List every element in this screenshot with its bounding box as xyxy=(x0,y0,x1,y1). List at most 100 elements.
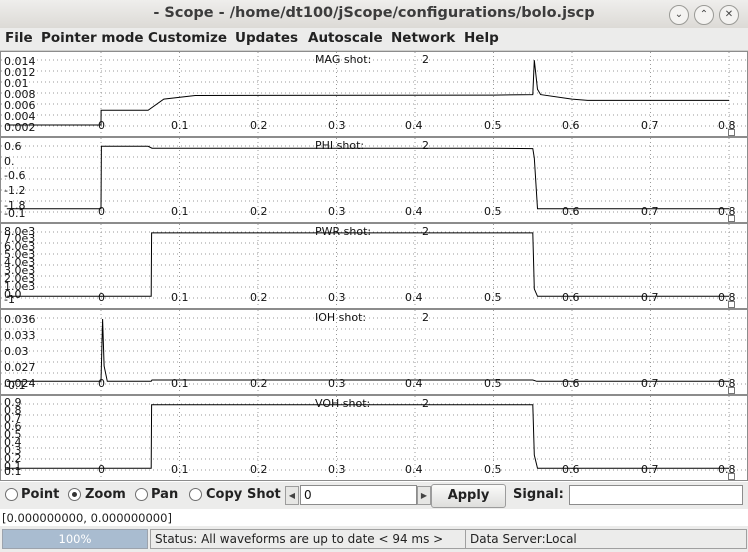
x-tick-label: 0.7 xyxy=(641,377,659,390)
menu-autoscale[interactable]: Autoscale xyxy=(308,30,383,46)
shot-increment-icon[interactable]: ▶ xyxy=(417,486,431,505)
waveform-trace xyxy=(6,318,729,382)
apply-button[interactable]: Apply xyxy=(431,484,506,508)
waveform-panel[interactable]: 0.6 0. -0.6 -1.2 -1.8 -0.1 0 0.1 0.2 0.3 0.4 0.5 0.6… xyxy=(0,137,748,223)
waveform-plot[interactable] xyxy=(1,138,747,222)
radio-pan[interactable] xyxy=(135,488,148,501)
radio-point-label[interactable]: Point xyxy=(21,487,59,502)
x-tick-label: 0.3 xyxy=(328,205,346,218)
resize-handle-icon[interactable] xyxy=(728,301,735,308)
x-tick-label: 0.7 xyxy=(641,119,659,132)
close-icon[interactable]: ✕ xyxy=(719,5,739,25)
x-tick-label: -1 xyxy=(4,293,15,306)
menu-file[interactable]: File xyxy=(5,30,33,46)
x-tick-label: -0.1 xyxy=(4,379,26,392)
waveform-plot[interactable] xyxy=(1,310,747,394)
resize-handle-icon[interactable] xyxy=(728,387,735,394)
waveform-plot[interactable] xyxy=(1,224,747,308)
x-tick-label: 0.2 xyxy=(250,291,268,304)
waveform-trace xyxy=(6,145,729,210)
plot-shot-number: 2 xyxy=(422,53,429,66)
pointer-toolbar: Point Zoom Pan Copy Shot ◀ 0 ▶ Apply Sig… xyxy=(0,482,748,509)
status-message: Status: All waveforms are up to date < 9… xyxy=(150,529,466,549)
x-tick-label: 0.2 xyxy=(250,119,268,132)
x-tick-label: 0.4 xyxy=(405,119,423,132)
x-tick-label: 0.6 xyxy=(562,119,580,132)
plot-title: IOH shot: xyxy=(315,311,367,324)
shot-input[interactable]: 0 xyxy=(300,485,417,505)
x-tick-label: 0.6 xyxy=(562,205,580,218)
x-tick-label: 0.4 xyxy=(405,291,423,304)
x-tick-label: 0.2 xyxy=(250,463,268,476)
x-tick-label: 0.5 xyxy=(484,463,502,476)
waveform-panel[interactable]: 0.036 0.033 0.03 0.027 0.024 -0.1 0 0.1 0.2 0.3 0.… xyxy=(0,309,748,395)
x-tick-label: 0.1 xyxy=(171,463,189,476)
x-tick-label: 0.4 xyxy=(405,463,423,476)
y-tick-label: 0.6 xyxy=(4,140,22,153)
x-tick-label: 0.5 xyxy=(484,119,502,132)
x-tick-label: 0 xyxy=(98,119,105,132)
waveform-panel[interactable]: 8.0e3 7.0e3 6.0e3 5.0e3 4.0e3 3.0e3 2.0e3 1.0e3… xyxy=(0,223,748,309)
shot-decrement-icon[interactable]: ◀ xyxy=(285,486,299,505)
radio-point[interactable] xyxy=(5,488,18,501)
x-tick-label: 0.6 xyxy=(562,377,580,390)
resize-handle-icon[interactable] xyxy=(728,129,735,136)
signal-input[interactable] xyxy=(569,485,743,505)
menu-customize[interactable]: Customize xyxy=(148,30,227,46)
waveform-panel[interactable]: 0.014 0.012 0.01 0.008 0.006 0.004 0.002 0 0.1 0.… xyxy=(0,51,748,137)
y-tick-label: -1.2 xyxy=(4,184,26,197)
x-tick-label: 0.5 xyxy=(484,205,502,218)
x-tick-label: 0 xyxy=(98,291,105,304)
progress-text: 100% xyxy=(58,532,92,546)
minimize-icon[interactable]: ⌄ xyxy=(669,5,689,25)
resize-handle-icon[interactable] xyxy=(728,215,735,222)
waveform-plot[interactable] xyxy=(1,52,747,136)
resize-handle-icon[interactable] xyxy=(728,473,735,480)
radio-copy[interactable] xyxy=(189,488,202,501)
maximize-icon[interactable]: ⌃ xyxy=(694,5,714,25)
x-tick-label: 0.3 xyxy=(328,119,346,132)
plot-title: PWR shot: xyxy=(315,225,372,238)
x-tick-label: 0.6 xyxy=(562,463,580,476)
x-tick-label: 0 xyxy=(98,463,105,476)
x-tick-label: 0.5 xyxy=(484,291,502,304)
x-tick-label: -0.1 xyxy=(4,207,26,220)
x-tick-label: 0.6 xyxy=(562,291,580,304)
plot-shot-number: 2 xyxy=(422,225,429,238)
radio-zoom-label[interactable]: Zoom xyxy=(85,487,126,502)
plot-title: VOH shot: xyxy=(315,397,371,410)
x-tick-label: 0.3 xyxy=(328,463,346,476)
radio-copy-label[interactable]: Copy xyxy=(206,487,242,502)
data-server-status: Data Server:Local xyxy=(465,529,747,549)
waveform-plot[interactable] xyxy=(1,396,747,480)
x-tick-label: 0.2 xyxy=(250,205,268,218)
x-tick-label: 0.4 xyxy=(405,205,423,218)
x-tick-label: 0.7 xyxy=(641,205,659,218)
y-tick-label: 0.027 xyxy=(4,361,36,374)
x-tick-label: 0.1 xyxy=(4,465,22,478)
x-tick-label: 0.3 xyxy=(328,377,346,390)
menu-help[interactable]: Help xyxy=(464,30,499,46)
waveform-panel[interactable]: 0.9 0.8 0.7 0.6 0.5 0.4 0.3 0.2 0.1 0.1 0 0.1 0.2 0.3… xyxy=(0,395,748,481)
y-tick-label: -0.6 xyxy=(4,169,26,182)
x-tick-label: 0.1 xyxy=(171,377,189,390)
x-tick-label: 0 xyxy=(98,377,105,390)
menu-updates[interactable]: Updates xyxy=(235,30,298,46)
y-tick-label: 0.036 xyxy=(4,313,36,326)
x-tick-label: 0.4 xyxy=(405,377,423,390)
radio-zoom[interactable] xyxy=(68,488,81,501)
window-title: - Scope - /home/dt100/jScope/configurati… xyxy=(153,5,595,21)
radio-pan-label[interactable]: Pan xyxy=(151,487,178,502)
y-tick-label: 0. xyxy=(4,155,15,168)
x-tick-label: 0.1 xyxy=(171,205,189,218)
waveform-trace xyxy=(6,232,729,297)
plot-shot-number: 2 xyxy=(422,139,429,152)
menu-network[interactable]: Network xyxy=(391,30,455,46)
x-tick-label: 0.2 xyxy=(250,377,268,390)
x-tick-label: 0.1 xyxy=(171,291,189,304)
menu-pointer-mode[interactable]: Pointer mode xyxy=(41,30,144,46)
title-bar: - Scope - /home/dt100/jScope/configurati… xyxy=(0,0,748,29)
shot-label: Shot xyxy=(247,487,281,502)
status-bar: 100% Status: All waveforms are up to dat… xyxy=(0,526,748,552)
plot-shot-number: 2 xyxy=(422,311,429,324)
